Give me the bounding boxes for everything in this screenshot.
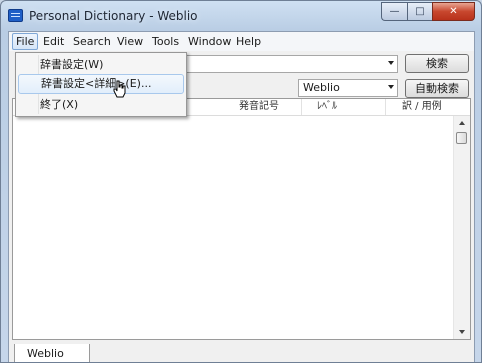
close-button[interactable]: ✕ bbox=[432, 2, 475, 21]
menu-bar: File Edit Search View Tools Window Help bbox=[9, 32, 474, 51]
vertical-scrollbar[interactable] bbox=[453, 116, 470, 339]
chevron-down-icon[interactable] bbox=[388, 85, 394, 89]
menu-item-dictionary-settings-detail[interactable]: 辞書設定<詳細>(E)... bbox=[18, 74, 184, 94]
column-divider[interactable] bbox=[301, 99, 302, 115]
dictionary-select[interactable]: Weblio bbox=[298, 79, 398, 97]
menu-item-exit[interactable]: 終了(X) bbox=[18, 95, 184, 115]
menu-search[interactable]: Search bbox=[70, 34, 114, 49]
search-button[interactable]: 検索 bbox=[405, 54, 469, 73]
menu-tools[interactable]: Tools bbox=[149, 34, 182, 49]
scroll-up-icon[interactable] bbox=[459, 121, 465, 125]
tab-weblio[interactable]: Weblio bbox=[14, 344, 90, 362]
window-title: Personal Dictionary - Weblio bbox=[29, 9, 198, 23]
scroll-thumb[interactable] bbox=[456, 132, 467, 144]
dictionary-select-value: Weblio bbox=[303, 81, 340, 94]
chevron-down-icon[interactable] bbox=[388, 61, 394, 65]
column-header-pronunciation[interactable]: 発音記号 bbox=[239, 100, 279, 114]
column-header-level[interactable]: ﾚﾍﾞﾙ bbox=[317, 100, 337, 114]
column-header-translation[interactable]: 訳 / 用例 bbox=[402, 100, 442, 114]
menu-item-dictionary-settings[interactable]: 辞書設定(W) bbox=[18, 55, 184, 75]
menu-window[interactable]: Window bbox=[185, 34, 234, 49]
hand-cursor-icon bbox=[113, 80, 126, 98]
app-window: Personal Dictionary - Weblio — □ ✕ File … bbox=[0, 0, 482, 363]
maximize-button[interactable]: □ bbox=[407, 2, 432, 21]
menu-edit[interactable]: Edit bbox=[40, 34, 67, 49]
minimize-icon: — bbox=[389, 6, 400, 17]
file-menu-dropdown: 辞書設定(W) 辞書設定<詳細>(E)... 終了(X) bbox=[15, 52, 187, 117]
title-bar[interactable]: Personal Dictionary - Weblio — □ ✕ bbox=[1, 1, 481, 31]
entry-list[interactable]: 発音記号 ﾚﾍﾞﾙ 訳 / 用例 bbox=[12, 98, 471, 340]
scroll-down-icon[interactable] bbox=[459, 330, 465, 334]
menu-file[interactable]: File bbox=[12, 33, 39, 50]
caption-buttons: — □ ✕ bbox=[381, 2, 475, 21]
column-divider[interactable] bbox=[385, 99, 386, 115]
menu-help[interactable]: Help bbox=[233, 34, 264, 49]
auto-search-button[interactable]: 自動検索 bbox=[405, 79, 469, 98]
app-icon[interactable] bbox=[8, 9, 23, 22]
menu-view[interactable]: View bbox=[114, 34, 146, 49]
minimize-button[interactable]: — bbox=[381, 2, 407, 21]
search-input[interactable] bbox=[183, 55, 398, 73]
close-icon: ✕ bbox=[449, 6, 458, 17]
maximize-icon: □ bbox=[415, 6, 425, 17]
tab-bar: Weblio bbox=[9, 344, 474, 362]
